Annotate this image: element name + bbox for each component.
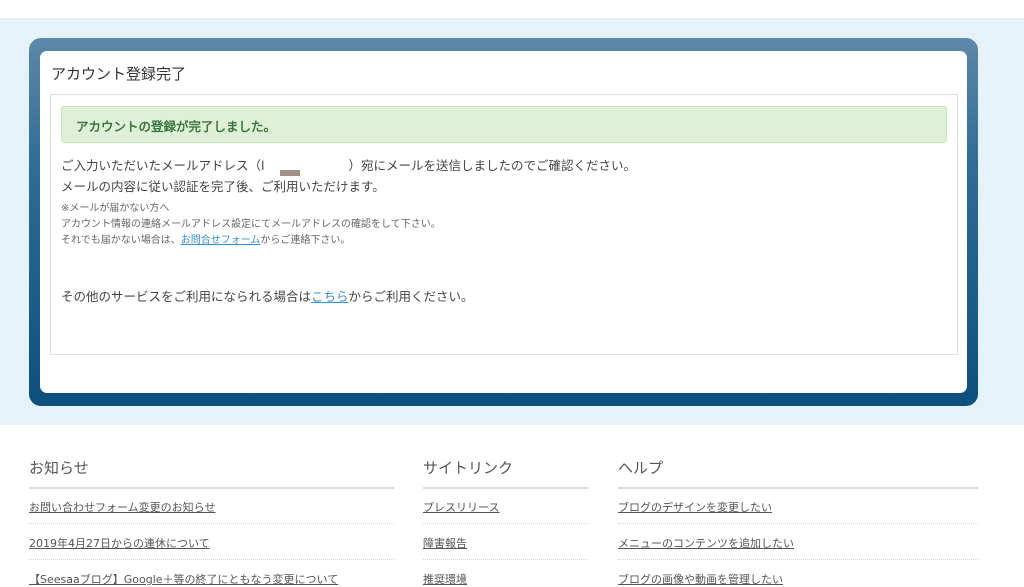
divider	[29, 523, 394, 524]
other-services-line: その他のサービスをご利用になられる場合はこちらからご利用ください。	[61, 286, 474, 305]
footer-help-item[interactable]: ブログのデザインを変更したい	[618, 499, 772, 515]
footer-sitelink-item[interactable]: プレスリリース	[423, 499, 499, 515]
top-bar	[0, 0, 1024, 19]
divider	[618, 523, 978, 524]
confirmation-text-start: ご入力いただいたメールアドレス（l	[61, 158, 265, 173]
inquiry-form-link[interactable]: お問合せフォーム	[181, 235, 261, 246]
footer-news-item[interactable]: お問い合わせフォーム変更のお知らせ	[29, 499, 215, 515]
footer-news-rule	[29, 487, 394, 489]
divider	[423, 523, 588, 524]
note-contact-text-end: からご連絡下さい。	[260, 235, 351, 246]
footer-help-item[interactable]: メニューのコンテンツを追加したい	[618, 535, 794, 551]
page-title: アカウント登録完了	[51, 65, 187, 83]
footer-sitelinks-rule	[423, 487, 588, 489]
note-contact-line: それでも届かない場合は、お問合せフォームからご連絡下さい。	[61, 231, 350, 246]
confirmation-line: ご入力いただいたメールアドレス（l ）宛にメールを送信しましたのでご確認ください。	[61, 155, 636, 176]
confirmation-text-end: ）宛にメールを送信しましたのでご確認ください。	[348, 158, 636, 173]
footer-sitelink-item[interactable]: 推奨環境	[423, 571, 467, 587]
footer-news-heading: お知らせ	[29, 459, 89, 477]
other-services-text-end: からご利用ください。	[348, 289, 474, 304]
note-contact-text-start: それでも届かない場合は、	[61, 235, 181, 246]
footer-help-item[interactable]: ブログの画像や動画を管理したい	[618, 571, 783, 587]
note-text: アカウント情報の連絡メールアドレス設定にてメールアドレスの確認をして下さい。	[61, 219, 441, 230]
footer-sitelinks-heading: サイトリンク	[423, 459, 514, 477]
note-heading: ※メールが届かない方へ	[61, 203, 170, 214]
divider	[423, 559, 588, 560]
success-message: アカウントの登録が完了しました。	[76, 119, 277, 134]
redacted-email	[264, 160, 348, 176]
divider	[618, 559, 978, 560]
other-services-text-start: その他のサービスをご利用になられる場合は	[61, 289, 312, 304]
divider	[29, 559, 394, 560]
footer-news-item[interactable]: 2019年4月27日からの連休について	[29, 535, 210, 551]
instruction-line: メールの内容に従い認証を完了後、ご利用いただけます。	[61, 179, 385, 194]
footer-sitelink-item[interactable]: 障害報告	[423, 535, 467, 551]
footer-help-rule	[618, 487, 978, 489]
footer-help-heading: ヘルプ	[618, 459, 664, 477]
other-services-link[interactable]: こちら	[311, 289, 349, 304]
footer-news-item[interactable]: 【Seesaaブログ】Google＋等の終了にともなう変更について	[29, 571, 338, 587]
